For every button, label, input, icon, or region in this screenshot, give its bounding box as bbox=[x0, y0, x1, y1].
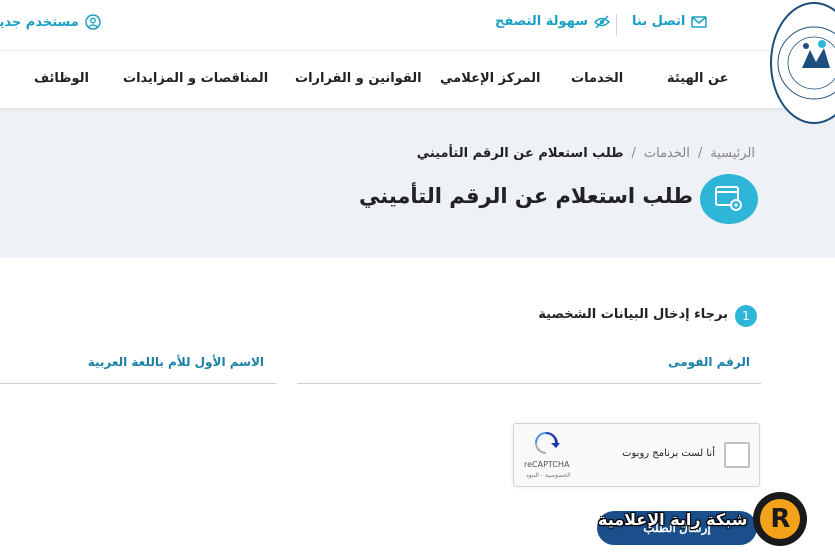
service-icon bbox=[700, 174, 758, 224]
window-gear-icon bbox=[715, 186, 742, 211]
top-separator bbox=[616, 14, 617, 36]
recaptcha-widget: أنا لست برنامج روبوت reCAPTCHA الخصوصية … bbox=[513, 423, 760, 487]
breadcrumb-separator: / bbox=[631, 146, 636, 161]
logo-emblem-icon bbox=[777, 26, 835, 100]
breadcrumb-current: طلب استعلام عن الرقم التأميني bbox=[416, 146, 624, 161]
breadcrumb-separator: / bbox=[697, 146, 703, 161]
nav-item-media-center[interactable]: المركز الإعلامي bbox=[440, 71, 540, 86]
nav-item-services[interactable]: الخدمات bbox=[571, 71, 623, 86]
main-navigation: عن الهيئة الخدمات المركز الإعلامي القوان… bbox=[0, 51, 835, 108]
contact-link[interactable]: اتصل بنا bbox=[632, 14, 708, 29]
accessibility-label: سهولة التصفح bbox=[495, 14, 588, 29]
step-heading: برجاء إدخال البيانات الشخصية bbox=[538, 307, 728, 322]
step-number-badge: 1 bbox=[735, 305, 757, 327]
nav-item-about[interactable]: عن الهيئة bbox=[667, 71, 729, 86]
recaptcha-checkbox[interactable] bbox=[724, 442, 750, 468]
breadcrumb-home[interactable]: الرئيسية bbox=[710, 146, 755, 161]
watermark: شبكة راية الإعلامية R bbox=[598, 492, 808, 546]
watermark-letter: R bbox=[760, 499, 801, 539]
mother-name-input[interactable] bbox=[0, 350, 276, 384]
top-bar: اتصل بنا سهولة التصفح مستخدم جديد bbox=[0, 0, 835, 51]
user-circle-icon bbox=[85, 14, 101, 30]
nav-item-jobs[interactable]: الوظائف bbox=[34, 71, 89, 86]
mail-icon bbox=[691, 15, 708, 28]
recaptcha-logo-icon bbox=[535, 432, 560, 454]
watermark-logo-icon: R bbox=[753, 492, 808, 546]
new-user-label: مستخدم جديد bbox=[0, 14, 79, 30]
watermark-text: شبكة راية الإعلامية bbox=[598, 509, 748, 529]
recaptcha-terms[interactable]: الخصوصية - البنود bbox=[526, 472, 571, 479]
eye-slash-icon bbox=[594, 14, 610, 29]
breadcrumb-services[interactable]: الخدمات bbox=[644, 146, 690, 161]
page-title: طلب استعلام عن الرقم التأميني bbox=[359, 184, 693, 208]
nav-item-tenders[interactable]: المناقصات و المزايدات bbox=[123, 71, 268, 86]
nav-item-laws[interactable]: القوانين و القرارات bbox=[295, 71, 422, 86]
new-user-link[interactable]: مستخدم جديد bbox=[0, 14, 101, 30]
accessibility-link[interactable]: سهولة التصفح bbox=[495, 14, 610, 29]
contact-label: اتصل بنا bbox=[632, 14, 686, 29]
breadcrumb: الرئيسية / الخدمات / طلب استعلام عن الرقم ال… bbox=[417, 146, 755, 161]
national-id-input[interactable] bbox=[297, 350, 761, 384]
recaptcha-name: reCAPTCHA bbox=[524, 460, 570, 469]
recaptcha-label: أنا لست برنامج روبوت bbox=[622, 448, 715, 459]
